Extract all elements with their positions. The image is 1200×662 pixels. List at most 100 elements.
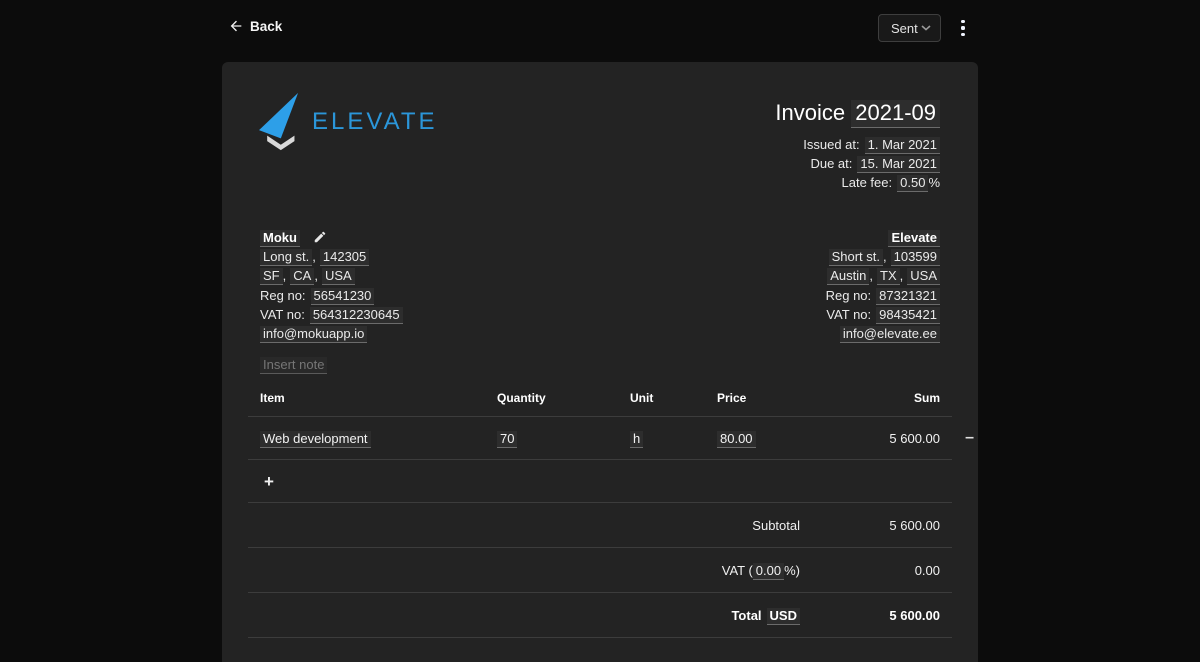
seller-email-line: info@elevate.ee	[826, 324, 940, 343]
price-cell: 80.00	[717, 431, 837, 446]
price-field[interactable]: 80.00	[717, 431, 756, 448]
client-vat-label: VAT no:	[260, 307, 305, 322]
total-label-text: Total	[731, 608, 761, 623]
invoice-title-label: Invoice	[775, 100, 845, 125]
client-name-line: Moku	[260, 228, 403, 247]
seller-country-field[interactable]: USA	[907, 268, 940, 285]
subtotal-value: 5 600.00	[800, 518, 940, 533]
back-arrow-icon	[228, 18, 244, 34]
header-unit: Unit	[630, 391, 717, 405]
separator: ,	[883, 249, 887, 264]
add-row-button[interactable]: +	[260, 473, 278, 490]
client-email-field[interactable]: info@mokuapp.io	[260, 326, 367, 343]
total-label: Total USD	[260, 608, 800, 623]
back-button[interactable]: Back	[228, 15, 282, 37]
client-reg-field[interactable]: 56541230	[311, 288, 375, 305]
total-row: Total USD 5 600.00	[248, 593, 952, 638]
header-price: Price	[717, 391, 837, 405]
separator: ,	[314, 268, 318, 283]
client-address-block: Moku Long st.,142305 SF,CA,USA Reg no:56…	[260, 228, 403, 343]
status-dropdown[interactable]: Sent	[878, 14, 941, 42]
due-at-line: Due at: 15. Mar 2021	[775, 154, 940, 173]
seller-name-line: Elevate	[826, 228, 940, 247]
invoice-number-field[interactable]: 2021-09	[851, 100, 940, 128]
due-at-field[interactable]: 15. Mar 2021	[857, 156, 940, 173]
client-email-line: info@mokuapp.io	[260, 324, 403, 343]
header-sum: Sum	[837, 391, 940, 405]
total-currency-field[interactable]: USD	[767, 608, 800, 625]
seller-region-field[interactable]: TX	[877, 268, 900, 285]
seller-zip-field[interactable]: 103599	[891, 249, 940, 266]
seller-city-line: Austin,TX,USA	[826, 266, 940, 285]
client-city-line: SF,CA, USA	[260, 266, 403, 285]
seller-street-field[interactable]: Short st.	[829, 249, 883, 266]
chevron-down-icon	[921, 25, 931, 31]
paper-plane-icon	[256, 92, 302, 152]
kebab-dot	[961, 26, 965, 30]
kebab-dot	[961, 20, 965, 24]
vat-suffix: %)	[784, 563, 800, 578]
issued-at-field[interactable]: 1. Mar 2021	[865, 137, 940, 154]
seller-reg-line: Reg no:87321321	[826, 286, 940, 305]
kebab-dot	[961, 33, 965, 37]
vat-prefix: VAT (	[722, 563, 753, 578]
late-fee-suffix: %	[928, 175, 940, 190]
kebab-menu-button[interactable]	[956, 16, 970, 40]
issued-at-label: Issued at:	[803, 137, 859, 152]
invoice-meta: Invoice 2021-09 Issued at: 1. Mar 2021 Du…	[775, 100, 940, 192]
vat-value: 0.00	[800, 563, 940, 578]
quantity-field[interactable]: 70	[497, 431, 517, 448]
seller-street-line: Short st., 103599	[826, 247, 940, 266]
item-cell: Web development	[260, 431, 497, 446]
separator: ,	[900, 268, 904, 283]
unit-field[interactable]: h	[630, 431, 643, 448]
invoice-card: ELEVATE Invoice 2021-09 Issued at: 1. Mar…	[222, 62, 978, 662]
issued-at-line: Issued at: 1. Mar 2021	[775, 135, 940, 154]
separator: ,	[283, 268, 287, 283]
separator: ,	[312, 249, 316, 264]
total-value: 5 600.00	[800, 608, 940, 623]
subtotal-row: Subtotal 5 600.00	[248, 503, 952, 548]
vat-rate-field[interactable]: 0.00	[753, 563, 784, 580]
edit-pencil-icon[interactable]	[313, 230, 327, 244]
client-country-field[interactable]: USA	[322, 268, 355, 285]
client-reg-line: Reg no:56541230	[260, 286, 403, 305]
table-header-row: Item Quantity Unit Price Sum	[248, 380, 952, 417]
vat-row: VAT (0.00%) 0.00	[248, 548, 952, 593]
late-fee-field[interactable]: 0.50	[897, 175, 928, 192]
header-item: Item	[260, 391, 497, 405]
subtotal-label: Subtotal	[260, 518, 800, 533]
sum-cell: 5 600.00	[837, 431, 940, 446]
line-items-table: Item Quantity Unit Price Sum Web develop…	[248, 380, 952, 638]
status-dropdown-value: Sent	[891, 21, 918, 36]
seller-name-field[interactable]: Elevate	[888, 230, 940, 247]
remove-row-button[interactable]: –	[965, 430, 974, 446]
client-zip-field[interactable]: 142305	[320, 249, 369, 266]
invoice-title: Invoice 2021-09	[775, 100, 940, 126]
insert-note-button[interactable]: Insert note	[260, 357, 327, 372]
seller-address-block: Elevate Short st.,103599 Austin,TX,USA R…	[826, 228, 940, 343]
seller-vat-label: VAT no:	[826, 307, 871, 322]
quantity-cell: 70	[497, 431, 630, 446]
seller-email-field[interactable]: info@elevate.ee	[840, 326, 940, 343]
back-label: Back	[250, 19, 282, 34]
seller-city-field[interactable]: Austin	[827, 268, 869, 285]
client-region-field[interactable]: CA	[290, 268, 314, 285]
table-row: Web development 70 h 80.00 5 600.00 –	[248, 417, 952, 460]
late-fee-label: Late fee:	[842, 175, 893, 190]
brand-name: ELEVATE	[312, 108, 437, 136]
client-name-field[interactable]: Moku	[260, 230, 300, 247]
separator: ,	[869, 268, 873, 283]
header-quantity: Quantity	[497, 391, 630, 405]
client-city-field[interactable]: SF	[260, 268, 283, 285]
client-vat-field[interactable]: 564312230645	[310, 307, 403, 324]
due-at-label: Due at:	[810, 156, 852, 171]
seller-reg-field[interactable]: 87321321	[876, 288, 940, 305]
client-street-field[interactable]: Long st.	[260, 249, 312, 266]
seller-vat-field[interactable]: 98435421	[876, 307, 940, 324]
insert-note-placeholder: Insert note	[260, 357, 327, 374]
brand-logo: ELEVATE	[256, 92, 437, 152]
client-vat-line: VAT no: 564312230645	[260, 305, 403, 324]
item-name-field[interactable]: Web development	[260, 431, 371, 448]
vat-label: VAT (0.00%)	[260, 563, 800, 578]
